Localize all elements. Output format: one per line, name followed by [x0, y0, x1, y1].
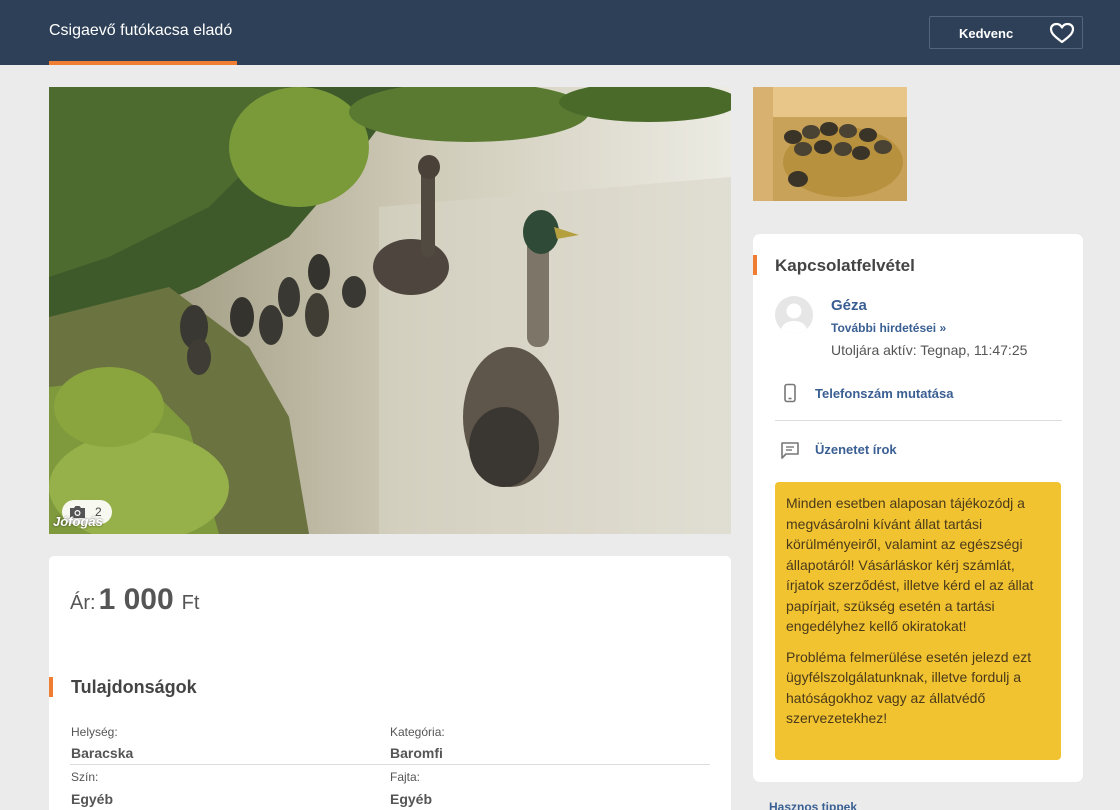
main-photo[interactable] — [49, 87, 731, 534]
ducks-photo — [49, 87, 731, 534]
last-active: Utoljára aktív: Tegnap, 11:47:25 — [831, 342, 1028, 358]
message-icon — [781, 442, 799, 459]
properties-divider — [70, 764, 710, 765]
write-message-button[interactable]: Üzenetet írok — [815, 442, 897, 457]
thumbnail-photo[interactable] — [753, 87, 907, 201]
prop-label-breed: Fajta: — [390, 770, 421, 784]
show-phone-button[interactable]: Telefonszám mutatása — [815, 386, 953, 401]
prop-value-color: Egyéb — [71, 791, 114, 807]
price-currency: Ft — [181, 592, 200, 614]
user-icon — [780, 303, 808, 334]
heart-icon — [1049, 22, 1075, 44]
notice-paragraph-2: Probléma felmerülése esetén jelezd ezt ü… — [786, 648, 1032, 727]
favorite-label: Kedvenc — [959, 26, 1014, 41]
price-label: Ár: — [70, 592, 96, 614]
page-title: Csigaevő futókacsa eladó — [49, 22, 233, 39]
section-accent-bar — [49, 677, 53, 697]
useful-tips-link[interactable]: Hasznos tippek — [769, 800, 857, 810]
favorite-button[interactable]: Kedvenc — [929, 16, 1083, 49]
price-value: 1 000 — [98, 583, 174, 616]
contact-accent-bar — [753, 255, 757, 275]
contact-divider — [775, 420, 1062, 421]
prop-value-breed: Egyéb — [390, 791, 433, 807]
safety-notice: Minden esetben alaposan tájékozódj a meg… — [775, 482, 1061, 760]
prop-label-category: Kategória: — [390, 725, 445, 739]
thumbnail-ducklings — [753, 87, 907, 201]
avatar — [775, 296, 813, 334]
title-underline — [49, 61, 237, 65]
prop-label-color: Szín: — [71, 770, 99, 784]
price: Ár: 1 000 Ft — [70, 583, 199, 617]
more-ads-link[interactable]: További hirdetései » — [831, 321, 946, 335]
prop-value-category: Baromfi — [390, 745, 443, 761]
properties-title: Tulajdonságok — [71, 677, 197, 697]
seller-name[interactable]: Géza — [831, 297, 867, 314]
prop-value-location: Baracska — [71, 745, 134, 761]
watermark: Jófogás — [53, 514, 103, 529]
phone-icon — [784, 383, 796, 403]
contact-title: Kapcsolatfelvétel — [775, 256, 915, 275]
prop-label-location: Helység: — [71, 725, 118, 739]
top-bar: Csigaevő futókacsa eladó Kedvenc — [0, 0, 1120, 65]
notice-paragraph-1: Minden esetben alaposan tájékozódj a meg… — [786, 495, 1034, 634]
